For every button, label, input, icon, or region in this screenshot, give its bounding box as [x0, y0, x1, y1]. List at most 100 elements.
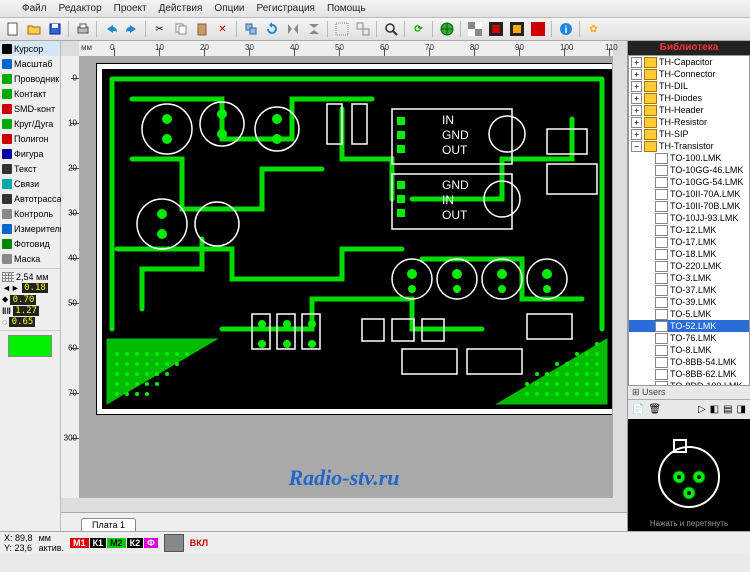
tool-SMD-конт[interactable]: SMD-конт	[0, 101, 60, 116]
tool-Фотовид[interactable]: Фотовид	[0, 236, 60, 251]
pcb-board[interactable]: IN GND OUT GND IN OUT	[97, 64, 613, 414]
scrollbar-horizontal[interactable]	[79, 497, 613, 512]
menu-file[interactable]: Файл	[16, 2, 53, 15]
layer-badge[interactable]: М1	[70, 538, 89, 548]
tree-folder[interactable]: +TH-SIP	[629, 128, 749, 140]
grid-val-1: 0.70	[10, 295, 36, 305]
tool-Курсор[interactable]: Курсор	[0, 41, 60, 56]
scrollbar-vertical[interactable]	[612, 56, 627, 498]
tool-Измеритель[interactable]: Измеритель	[0, 221, 60, 236]
copy-icon[interactable]	[171, 20, 190, 39]
tree-item[interactable]: TO-52.LMK	[629, 320, 749, 332]
tree-item[interactable]: TO-220.LMK	[629, 260, 749, 272]
library-users[interactable]: ⊞ Users	[628, 386, 750, 399]
tool-Фигура[interactable]: Фигура	[0, 146, 60, 161]
tree-item[interactable]: TO-8.LMK	[629, 344, 749, 356]
tool-Текст[interactable]: Текст	[0, 161, 60, 176]
tree-item[interactable]: TO-39.LMK	[629, 296, 749, 308]
tree-folder[interactable]: +TH-Header	[629, 104, 749, 116]
tool-Контакт[interactable]: Контакт	[0, 86, 60, 101]
tree-folder[interactable]: +TH-Resistor	[629, 116, 749, 128]
tree-folder[interactable]: +TH-Capacitor	[629, 56, 749, 68]
tree-item[interactable]: TO-8BB-62.LMK	[629, 368, 749, 380]
group-icon[interactable]	[332, 20, 351, 39]
layer-icon-1[interactable]	[486, 20, 505, 39]
library-tree[interactable]: +TH-Capacitor+TH-Connector+TH-DIL+TH-Dio…	[628, 55, 750, 386]
tool-Проводник[interactable]: Проводник	[0, 71, 60, 86]
tree-item[interactable]: TO-37.LMK	[629, 284, 749, 296]
mirror-v-icon[interactable]	[304, 20, 323, 39]
lib-add-icon[interactable]: 📄	[632, 404, 644, 415]
menu-registration[interactable]: Регистрация	[251, 2, 321, 15]
open-icon[interactable]	[24, 20, 43, 39]
zoom-icon[interactable]	[381, 20, 400, 39]
layer-badge[interactable]: М2	[107, 538, 126, 548]
lib-delete-icon[interactable]: 🗑	[648, 404, 661, 415]
menu-project[interactable]: Проект	[108, 2, 153, 15]
tool-Связи[interactable]: Связи	[0, 176, 60, 191]
tab-board-1[interactable]: Плата 1	[81, 518, 136, 531]
layer-badge[interactable]: Ф	[144, 538, 158, 548]
tool-Масштаб[interactable]: Масштаб	[0, 56, 60, 71]
ungroup-icon[interactable]	[353, 20, 372, 39]
refresh-icon[interactable]: ⟳	[409, 20, 428, 39]
tree-item[interactable]: TO-8BB-54.LMK	[629, 356, 749, 368]
tool-Контроль[interactable]: Контроль	[0, 206, 60, 221]
tool-Автотрасса[interactable]: Автотрасса	[0, 191, 60, 206]
snap-icon[interactable]	[164, 534, 184, 552]
globe-icon[interactable]	[437, 20, 456, 39]
layer-badge[interactable]: К1	[90, 538, 107, 548]
print-icon[interactable]	[73, 20, 92, 39]
tree-item[interactable]: TO-18.LMK	[629, 248, 749, 260]
tree-folder[interactable]: +TH-DIL	[629, 80, 749, 92]
tree-item[interactable]: TO-10GG-46.LMK	[629, 164, 749, 176]
tool-Маска[interactable]: Маска	[0, 251, 60, 266]
lib-ico2[interactable]: ▤	[723, 404, 732, 415]
tree-item[interactable]: TO-5.LMK	[629, 308, 749, 320]
tool-Круг/Дуга[interactable]: Круг/Дуга	[0, 116, 60, 131]
mirror-h-icon[interactable]	[283, 20, 302, 39]
tool-Полигон[interactable]: Полигон	[0, 131, 60, 146]
tree-folder[interactable]: +TH-Connector	[629, 68, 749, 80]
menu-editor[interactable]: Редактор	[53, 2, 108, 15]
component-preview[interactable]: Нажать и перетянуть	[628, 419, 750, 531]
tree-folder[interactable]: −TH-Transistor	[629, 140, 749, 152]
layer-icon-2[interactable]	[507, 20, 526, 39]
tree-item[interactable]: TO-3.LMK	[629, 272, 749, 284]
tree-item[interactable]: TO-76.LMK	[629, 332, 749, 344]
menu-help[interactable]: Помощь	[321, 2, 372, 15]
pcb-canvas[interactable]: IN GND OUT GND IN OUT	[79, 56, 613, 498]
tree-item[interactable]: TO-10JJ-93.LMK	[629, 212, 749, 224]
svg-text:OUT: OUT	[442, 143, 468, 157]
undo-icon[interactable]	[101, 20, 120, 39]
save-icon[interactable]	[45, 20, 64, 39]
lib-play-icon[interactable]: ▷	[698, 404, 706, 415]
lib-ico1[interactable]: ◧	[710, 404, 719, 415]
menu-bar: Файл Редактор Проект Действия Опции Реги…	[0, 0, 750, 18]
layer-indicator[interactable]: М1К1М2К2Ф	[70, 538, 158, 548]
layer-icon-3[interactable]	[528, 20, 547, 39]
duplicate-icon[interactable]	[241, 20, 260, 39]
cut-icon[interactable]: ✂	[150, 20, 169, 39]
tree-item[interactable]: TO-12.LMK	[629, 224, 749, 236]
delete-icon[interactable]: ✕	[213, 20, 232, 39]
tree-item[interactable]: TO-10II-70B.LMK	[629, 200, 749, 212]
active-color-swatch[interactable]	[8, 335, 52, 357]
tree-item[interactable]: TO-10GG-54.LMK	[629, 176, 749, 188]
tree-item[interactable]: TO-100.LMK	[629, 152, 749, 164]
menu-options[interactable]: Опции	[208, 2, 250, 15]
menu-actions[interactable]: Действия	[153, 2, 209, 15]
redo-icon[interactable]	[122, 20, 141, 39]
tree-folder[interactable]: +TH-Diodes	[629, 92, 749, 104]
rotate-icon[interactable]	[262, 20, 281, 39]
tree-item[interactable]: TO-10II-70A.LMK	[629, 188, 749, 200]
new-icon[interactable]	[3, 20, 22, 39]
transparency-icon[interactable]	[465, 20, 484, 39]
info-icon[interactable]: i	[556, 20, 575, 39]
layer-badge[interactable]: К2	[127, 538, 144, 548]
tree-item[interactable]: TO-17.LMK	[629, 236, 749, 248]
lib-ico3[interactable]: ◨	[737, 404, 746, 415]
menu-item[interactable]	[4, 8, 16, 10]
settings-icon[interactable]: ✿	[584, 20, 603, 39]
paste-icon[interactable]	[192, 20, 211, 39]
